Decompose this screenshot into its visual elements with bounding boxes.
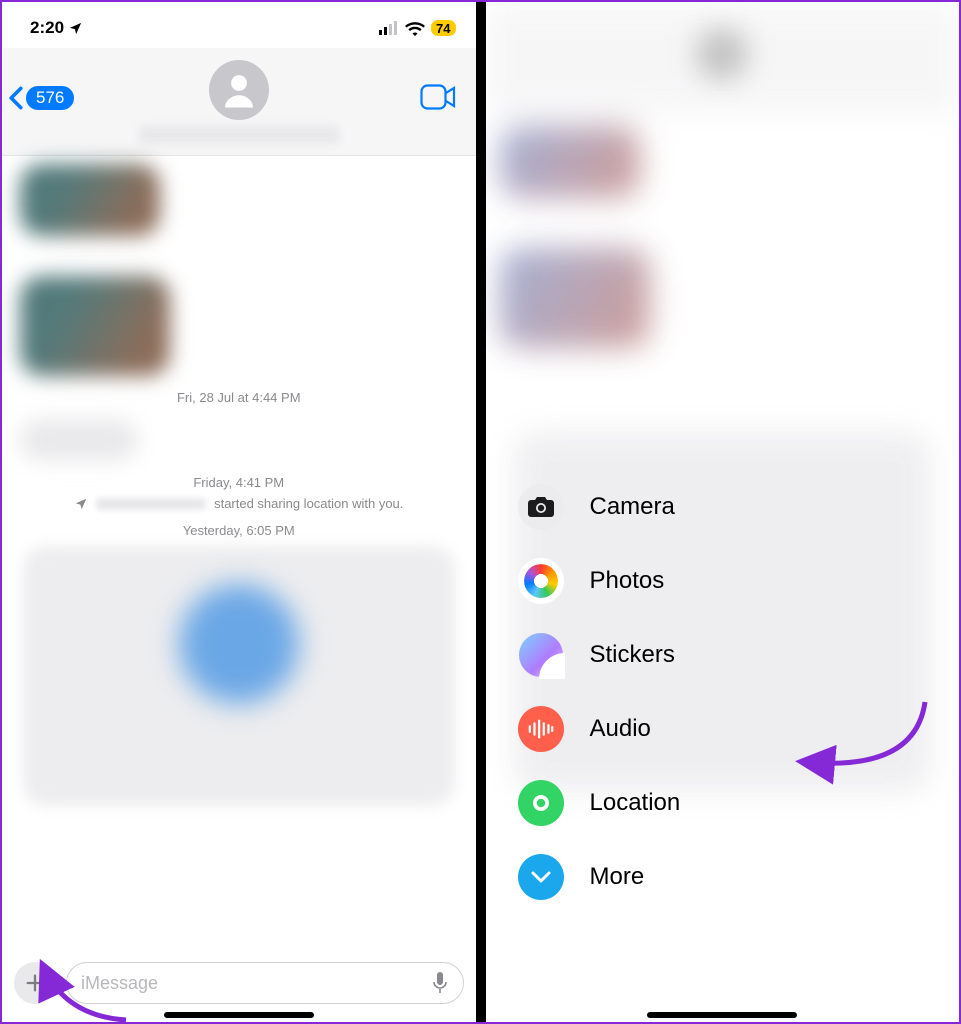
status-right: 74 bbox=[379, 20, 455, 36]
left-screenshot: 2:20 74 576 Fri, 2 bbox=[2, 2, 476, 1022]
compose-bar: iMessage bbox=[2, 962, 476, 1004]
home-indicator bbox=[164, 1012, 314, 1018]
message-bubble-redacted bbox=[20, 164, 160, 236]
menu-label: Stickers bbox=[590, 641, 675, 669]
more-icon bbox=[518, 854, 564, 900]
stickers-icon bbox=[518, 632, 564, 678]
home-indicator bbox=[647, 1012, 797, 1018]
microphone-icon[interactable] bbox=[431, 971, 449, 995]
menu-label: Photos bbox=[590, 567, 665, 595]
battery-level: 74 bbox=[431, 20, 455, 36]
chat-scroll[interactable]: Fri, 28 Jul at 4:44 PM Friday, 4:41 PM s… bbox=[2, 156, 476, 806]
back-button[interactable]: 576 bbox=[8, 86, 74, 110]
wifi-icon bbox=[405, 21, 425, 36]
timestamp: Fri, 28 Jul at 4:44 PM bbox=[14, 390, 464, 405]
menu-item-location[interactable]: Location bbox=[512, 766, 832, 840]
location-arrow-icon bbox=[68, 21, 83, 36]
menu-item-camera[interactable]: Camera bbox=[512, 470, 832, 544]
message-card-redacted bbox=[23, 546, 455, 806]
right-screenshot: Camera Photos Stickers bbox=[486, 2, 960, 1022]
camera-icon bbox=[518, 484, 564, 530]
redacted-name bbox=[96, 498, 206, 510]
location-share-text: started sharing location with you. bbox=[214, 496, 403, 511]
plus-button[interactable] bbox=[14, 962, 56, 1004]
menu-label: Audio bbox=[590, 715, 651, 743]
menu-item-stickers[interactable]: Stickers bbox=[512, 618, 832, 692]
timestamp: Friday, 4:41 PM bbox=[14, 475, 464, 490]
status-time: 2:20 bbox=[30, 18, 64, 38]
contact-name-redacted bbox=[139, 126, 339, 144]
timestamp: Yesterday, 6:05 PM bbox=[14, 523, 464, 538]
message-input[interactable]: iMessage bbox=[66, 962, 464, 1004]
status-bar: 2:20 74 bbox=[2, 2, 476, 48]
message-placeholder: iMessage bbox=[81, 973, 158, 994]
photos-icon bbox=[518, 558, 564, 604]
menu-item-audio[interactable]: Audio bbox=[512, 692, 832, 766]
location-icon bbox=[518, 780, 564, 826]
location-arrow-icon bbox=[74, 497, 88, 511]
video-icon bbox=[420, 84, 456, 110]
chevron-left-icon bbox=[8, 86, 24, 110]
menu-label: Camera bbox=[590, 493, 675, 521]
conversation-nav-bar: 576 bbox=[2, 48, 476, 156]
message-bubble-redacted bbox=[20, 276, 170, 376]
unread-badge: 576 bbox=[26, 86, 74, 110]
facetime-button[interactable] bbox=[420, 84, 456, 115]
attachment-menu: Camera Photos Stickers bbox=[512, 470, 832, 914]
menu-label: Location bbox=[590, 789, 681, 817]
contact-avatar[interactable] bbox=[209, 60, 269, 120]
cellular-signal-icon bbox=[379, 21, 399, 35]
location-share-event: started sharing location with you. bbox=[14, 496, 464, 511]
plus-icon bbox=[24, 972, 46, 994]
audio-icon bbox=[518, 706, 564, 752]
person-icon bbox=[218, 69, 260, 111]
menu-item-more[interactable]: More bbox=[512, 840, 832, 914]
status-left: 2:20 bbox=[30, 18, 83, 38]
menu-label: More bbox=[590, 863, 645, 891]
chevron-down-icon bbox=[530, 870, 552, 884]
menu-item-photos[interactable]: Photos bbox=[512, 544, 832, 618]
message-bubble-redacted bbox=[20, 419, 138, 461]
